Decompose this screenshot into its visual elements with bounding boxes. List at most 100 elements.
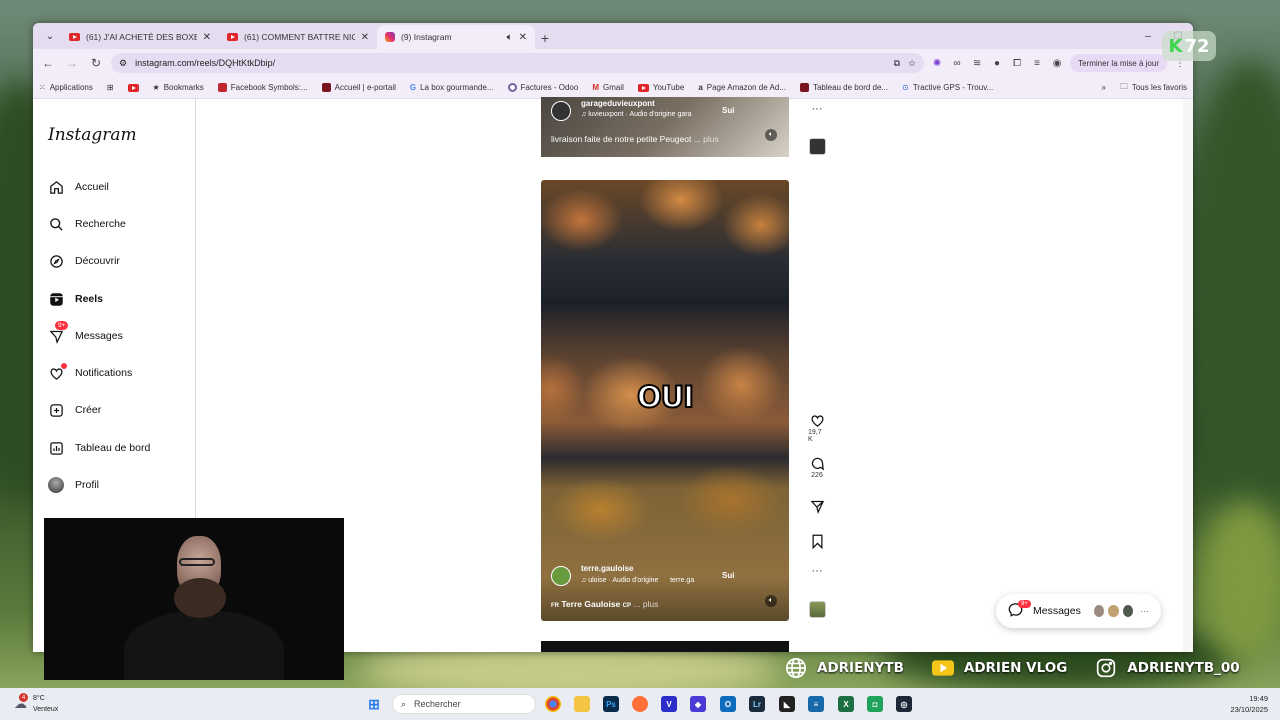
system-clock[interactable]: 19:49 23/10/2025 (1230, 693, 1268, 715)
sidebar-item-tableau-de-bord[interactable]: Tableau de bord (48, 440, 150, 456)
reel-previous[interactable]: garageduvieuxpont ♫ luvieuxpont · Audio … (541, 97, 789, 157)
reel-username[interactable]: terre.gauloise (581, 564, 633, 573)
sidebar-item-label: Accueil (75, 181, 109, 193)
mute-icon[interactable]: 🔈︎ (765, 129, 777, 141)
comment-action[interactable]: 226 (808, 454, 826, 479)
page-scrollbar[interactable] (1183, 99, 1193, 652)
forward-icon[interactable]: → (63, 54, 81, 72)
bookmark-item[interactable]: YouTube (637, 83, 684, 92)
bookmark-item[interactable]: ⊙ Tractive GPS - Trouv... (902, 83, 993, 92)
tab-instagram[interactable]: (9) Instagram 🔈︎ ✕ (377, 25, 535, 49)
sidebar-item-notifications[interactable]: Notifications (48, 363, 132, 381)
site-info-icon[interactable]: ⚙ (119, 58, 127, 69)
extension-icon[interactable]: ✺ (930, 56, 944, 70)
sidebar-item-creer[interactable]: Créer (48, 402, 101, 418)
social-website: ADRIENYTB (785, 657, 904, 679)
sidebar-item-reels[interactable]: Reels (48, 291, 103, 307)
back-icon[interactable]: ← (39, 54, 57, 72)
more-options-icon[interactable]: ··· (808, 565, 826, 577)
bookmark-item[interactable]: M Gmail (592, 83, 624, 92)
k-logo-icon: K (1168, 35, 1183, 57)
bookmark-item[interactable]: ★ Bookmarks (153, 83, 204, 92)
reel-audio[interactable]: ♫ luvieuxpont · Audio d'origine gara (581, 111, 692, 118)
chrome-icon[interactable] (545, 696, 561, 712)
bookmark-item[interactable]: ⁙ Applications (39, 83, 93, 92)
sidebar-item-profil[interactable]: Profil (48, 477, 99, 493)
instagram-logo[interactable]: Instagram (48, 125, 137, 145)
v-app-icon[interactable]: V (661, 696, 677, 712)
bookmark-item[interactable]: a Page Amazon de Ad... (698, 83, 786, 92)
taskbar-search[interactable]: ⌕ Rechercher (392, 694, 536, 714)
extension-icon[interactable]: ● (990, 56, 1004, 70)
outlook-icon[interactable]: O (720, 696, 736, 712)
reel-user-avatar[interactable] (551, 101, 571, 121)
sidebar-item-messages[interactable]: 9+ Messages (48, 321, 123, 344)
bookmark-item[interactable]: Tableau de bord de... (799, 83, 888, 92)
url-bar[interactable]: ⚙ instagram.com/reels/DQHtKtkDbip/ ⧉ ☆ (111, 53, 925, 73)
share-action[interactable] (808, 497, 826, 515)
close-tab-icon[interactable]: ✕ (519, 32, 527, 43)
bookmark-star-icon[interactable]: ☆ (908, 58, 916, 69)
app-icon[interactable]: ◣ (779, 696, 795, 712)
like-action[interactable]: 19,7 K (808, 411, 826, 443)
save-action[interactable] (808, 532, 826, 550)
close-tab-icon[interactable]: ✕ (361, 32, 369, 43)
new-tab-button[interactable]: + (535, 27, 555, 49)
update-button[interactable]: Terminer la mise à jour (1070, 54, 1167, 72)
reel-user-avatar[interactable] (551, 566, 571, 586)
notepad-icon[interactable]: ≡ (808, 696, 824, 712)
sidebar-item-recherche[interactable]: Recherche (48, 216, 126, 232)
extension-icon[interactable]: ≋ (970, 56, 984, 70)
reload-icon[interactable]: ↻ (87, 54, 105, 72)
sidebar-item-decouvrir[interactable]: Découvrir (48, 253, 120, 269)
install-app-icon[interactable]: ⧉ (894, 58, 900, 69)
firefox-icon[interactable] (632, 696, 648, 712)
send-icon[interactable] (808, 497, 826, 515)
close-tab-icon[interactable]: ✕ (203, 32, 211, 43)
bookmark-item[interactable]: G La box gourmande... (410, 83, 494, 92)
steam-icon[interactable]: ◎ (896, 696, 912, 712)
extension-icon[interactable]: ∞ (950, 56, 964, 70)
reel-username[interactable]: garageduvieuxpont (581, 99, 655, 108)
tab-youtube-2[interactable]: (61) COMMENT BATTRE NIGHT ✕ (219, 25, 377, 49)
reel-current[interactable]: OUI terre.gauloise ♫ uloise · Audio d'or… (541, 180, 789, 621)
messages-floating-button[interactable]: 9+ Messages ··· (996, 594, 1161, 628)
excel-icon[interactable]: X (838, 696, 854, 712)
weather-widget[interactable]: ☁ 4 8°C Venteux (14, 693, 58, 715)
tab-title: (9) Instagram (401, 32, 452, 42)
heart-icon[interactable] (808, 411, 826, 429)
reel-audio[interactable]: ♫ uloise · Audio d'origine terre.ga (581, 577, 694, 584)
reel-caption[interactable]: FR Terre Gauloise CP ... plus (551, 599, 658, 609)
grid-icon[interactable]: ⊞ (107, 83, 114, 92)
audio-thumbnail[interactable] (809, 138, 826, 155)
sidebar-item-accueil[interactable]: Accueil (48, 179, 109, 195)
reel-next[interactable] (541, 641, 789, 652)
lightroom-icon[interactable]: Lr (749, 696, 765, 712)
photoshop-icon[interactable]: Ps (603, 696, 619, 712)
windows-start-icon[interactable]: ⊞ (366, 696, 382, 712)
tab-search-dropdown-icon[interactable]: ⌄ (39, 25, 61, 47)
bookmark-item[interactable]: Accueil | e-portail (321, 83, 396, 92)
media-control-icon[interactable]: ≡ (1030, 56, 1044, 70)
more-options-icon[interactable]: ··· (808, 103, 826, 115)
tab-youtube-1[interactable]: (61) J'AI ACHETÉ DES BOXES DE ✕ (61, 25, 219, 49)
profile-avatar-icon[interactable]: ◉ (1050, 56, 1064, 70)
speaker-icon[interactable]: 🔈︎ (507, 32, 513, 43)
audio-thumbnail[interactable] (809, 601, 826, 618)
all-bookmarks-folder[interactable]: 🗀︎ Tous les favoris (1120, 81, 1187, 95)
more-bookmarks-icon[interactable]: » (1101, 83, 1105, 92)
bookmark-icon[interactable] (808, 532, 826, 550)
bookmark-item[interactable]: Facebook Symbols:... (217, 83, 308, 92)
vpn-icon[interactable]: ◆ (690, 696, 706, 712)
extensions-puzzle-icon[interactable]: ⧠ (1010, 56, 1024, 70)
file-explorer-icon[interactable] (574, 696, 590, 712)
mute-icon[interactable]: 🔈︎ (765, 595, 777, 607)
reel-caption[interactable]: livraison faite de notre petite Peugeot … (551, 134, 719, 144)
comment-icon[interactable] (808, 454, 826, 472)
youtube-bookmark[interactable] (127, 83, 139, 92)
minimize-icon[interactable]: – (1133, 23, 1163, 49)
green-app-icon[interactable]: ◘ (867, 696, 883, 712)
follow-button[interactable]: Sui (722, 571, 734, 580)
bookmark-item[interactable]: Factures - Odoo (507, 83, 578, 92)
follow-button[interactable]: Sui (722, 106, 734, 115)
